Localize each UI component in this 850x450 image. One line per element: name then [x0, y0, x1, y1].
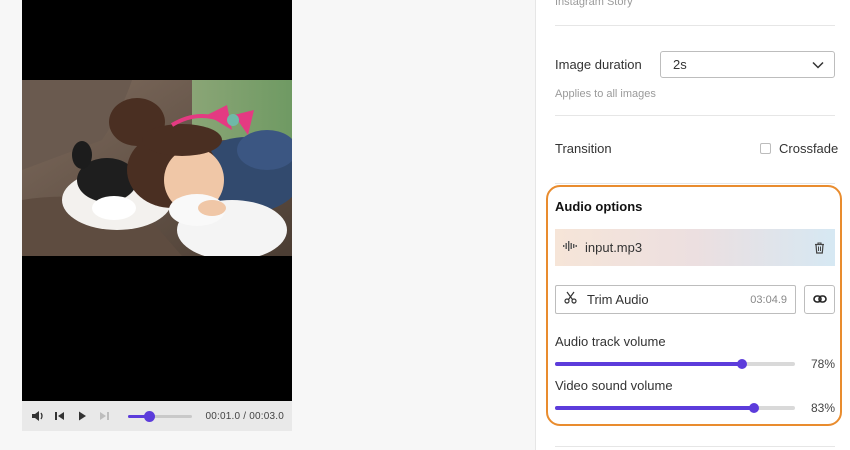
trim-audio-duration: 03:04.9: [750, 293, 787, 306]
total-time: 00:03.0: [249, 410, 284, 422]
preset-label: Instagram Story: [555, 0, 633, 8]
trim-audio-button[interactable]: Trim Audio 03:04.9: [555, 285, 796, 314]
crossfade-checkbox[interactable]: Crossfade: [760, 141, 838, 156]
current-time: 00:01.0: [205, 410, 241, 422]
chevron-down-icon: [812, 57, 824, 72]
audio-file-row: input.mp3: [555, 229, 835, 266]
video-sound-volume-label: Video sound volume: [555, 378, 673, 393]
waveform-icon: [563, 239, 577, 257]
audio-file-name: input.mp3: [585, 240, 643, 255]
image-duration-value: 2s: [673, 57, 687, 72]
divider: [555, 25, 835, 26]
image-duration-select[interactable]: 2s: [660, 51, 835, 78]
trim-audio-label: Trim Audio: [587, 292, 649, 307]
seek-slider[interactable]: [127, 410, 192, 422]
audio-track-volume-slider[interactable]: [555, 359, 795, 369]
preview-photo: [22, 80, 292, 256]
preview-area: 00:01.0 / 00:03.0: [0, 0, 536, 450]
next-frame-icon[interactable]: [96, 407, 113, 425]
time-display: 00:01.0 / 00:03.0: [206, 411, 284, 422]
seek-handle[interactable]: [143, 410, 155, 422]
crossfade-label: Crossfade: [779, 141, 839, 156]
audio-track-volume-fill: [555, 362, 743, 366]
audio-track-volume-value: 78%: [810, 357, 835, 371]
trash-icon[interactable]: [811, 240, 827, 256]
previous-frame-icon[interactable]: [52, 407, 69, 425]
video-preview: [22, 0, 292, 401]
divider: [555, 115, 835, 116]
checkbox-box[interactable]: [760, 143, 771, 154]
image-duration-label: Image duration: [555, 57, 642, 72]
video-sound-volume-slider[interactable]: [555, 403, 795, 413]
volume-icon[interactable]: [30, 407, 47, 425]
divider: [555, 183, 835, 184]
player-controls: 00:01.0 / 00:03.0: [22, 401, 292, 431]
transition-label: Transition: [555, 141, 612, 156]
time-separator: /: [240, 410, 250, 422]
settings-panel: Instagram Story Image duration 2s Applie…: [537, 0, 850, 450]
image-duration-hint: Applies to all images: [555, 88, 656, 100]
video-sound-volume-fill: [555, 406, 755, 410]
divider: [555, 446, 835, 447]
scissors-icon: [564, 291, 577, 309]
link-button[interactable]: [804, 285, 835, 314]
audio-options-title: Audio options: [555, 199, 643, 214]
play-icon[interactable]: [74, 407, 91, 425]
video-sound-volume-value: 83%: [810, 401, 835, 415]
audio-track-volume-label: Audio track volume: [555, 334, 666, 349]
link-icon: [812, 291, 827, 309]
